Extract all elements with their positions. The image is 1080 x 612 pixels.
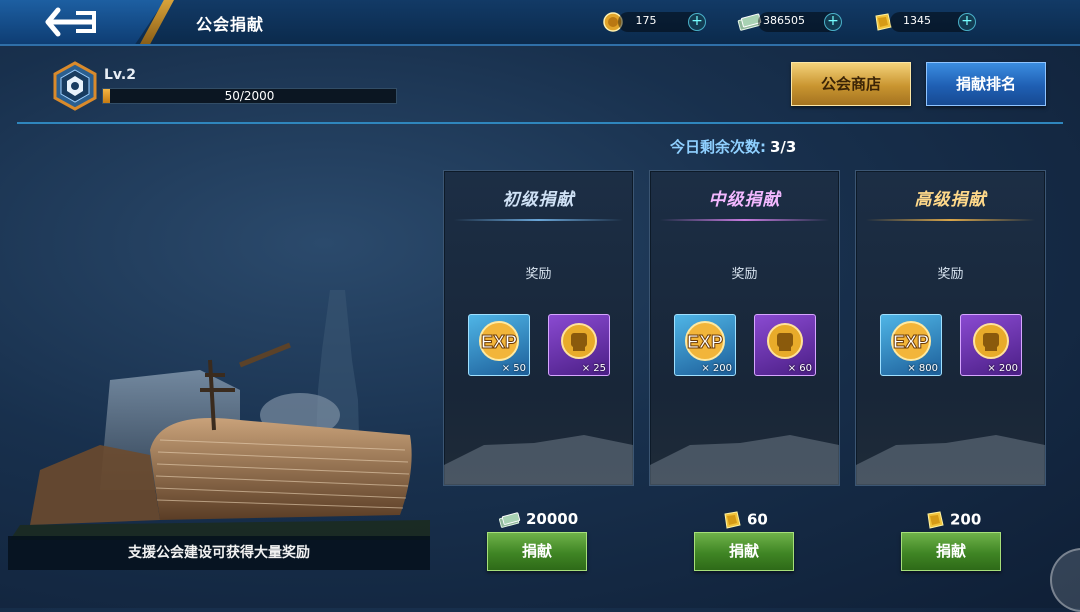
exp-reward-item[interactable]: EXP × 200 [674,314,736,376]
card-title: 中级捐献 [708,190,781,210]
guild-emblem-icon [53,61,97,111]
card-background-scene [444,435,633,485]
card-header: 高级捐献 [856,171,1045,221]
card-title-underline [866,219,1035,221]
gold-value: 1345 [903,14,931,27]
guild-shop-button[interactable]: 公会商店 [791,62,911,106]
page-title: 公会捐献 [196,15,265,34]
cash-value: 386505 [763,14,805,27]
card-background-scene [650,435,839,485]
fist-medal-reward-item[interactable]: × 25 [548,314,610,376]
gold-bar-icon [927,511,944,529]
exp-icon: EXP [891,321,931,361]
card-title-underline [660,219,829,221]
donation-cost-intermediate: 60 [721,510,768,530]
guild-coin-counter: 175 + [618,12,706,32]
reward-count: × 800 [907,363,938,374]
guild-building-illustration [10,290,430,540]
header-divider [17,122,1063,124]
floating-assist-button[interactable] [1050,548,1080,612]
card-title: 初级捐献 [502,190,575,210]
remaining-label: 今日剩余次数: [670,138,766,156]
svg-text:EXP: EXP [893,332,929,352]
add-gold-button[interactable]: + [958,13,976,31]
reward-count: × 60 [787,363,812,374]
fist-medal-icon [973,323,1009,359]
exp-reward-item[interactable]: EXP × 50 [468,314,530,376]
exp-icon: EXP [479,321,519,361]
gold-counter: 1345 + [890,12,976,32]
reward-label: 奖励 [937,267,964,282]
add-cash-button[interactable]: + [824,13,842,31]
card-title-underline [454,219,623,221]
donation-card-basic: 初级捐献 奖励 EXP × 50 × 25 [443,170,634,486]
remaining-value: 3/3 [770,138,797,156]
donation-cost-advanced: 200 [924,510,981,530]
fist-medal-icon [767,323,803,359]
guild-exp-bar: 50/2000 [102,88,397,104]
donation-cost-basic: 20000 [498,510,578,529]
card-header: 中级捐献 [650,171,839,221]
fist-medal-reward-item[interactable]: × 200 [960,314,1022,376]
svg-text:EXP: EXP [481,332,517,352]
card-title: 高级捐献 [914,190,987,210]
reward-count: × 200 [987,363,1018,374]
guild-level: Lv.2 [104,67,136,83]
donation-card-advanced: 高级捐献 奖励 EXP × 800 × 200 [855,170,1046,486]
reward-count: × 200 [701,363,732,374]
guild-exp-text: 50/2000 [224,89,275,103]
tip-banner: 支援公会建设可获得大量奖励 [8,536,430,570]
back-arrow-icon [45,7,96,37]
donate-button-intermediate[interactable]: 捐献 [694,532,794,571]
cost-value: 200 [950,510,982,529]
exp-reward-item[interactable]: EXP × 800 [880,314,942,376]
svg-text:EXP: EXP [687,332,723,352]
donation-card-intermediate: 中级捐献 奖励 EXP × 200 × 60 [649,170,840,486]
donate-button-advanced[interactable]: 捐献 [901,532,1001,571]
guild-coin-value: 175 [635,14,657,27]
reward-label: 奖励 [731,267,758,282]
cash-icon [498,511,521,528]
fist-medal-reward-item[interactable]: × 60 [754,314,816,376]
card-background-scene [856,435,1045,485]
card-header: 初级捐献 [444,171,633,221]
donation-ranking-button[interactable]: 捐献排名 [926,62,1046,106]
add-guild-coin-button[interactable]: + [688,13,706,31]
gold-bar-icon [724,511,741,529]
fist-medal-icon [561,323,597,359]
donate-button-basic[interactable]: 捐献 [487,532,587,571]
cost-value: 20000 [526,510,579,528]
reward-count: × 50 [501,363,526,374]
cash-counter: 386505 + [758,12,842,32]
exp-icon: EXP [685,321,725,361]
reward-count: × 25 [581,363,606,374]
remaining-donations: 今日剩余次数: 3/3 [670,136,796,157]
cost-value: 60 [747,510,768,529]
reward-label: 奖励 [525,267,552,282]
